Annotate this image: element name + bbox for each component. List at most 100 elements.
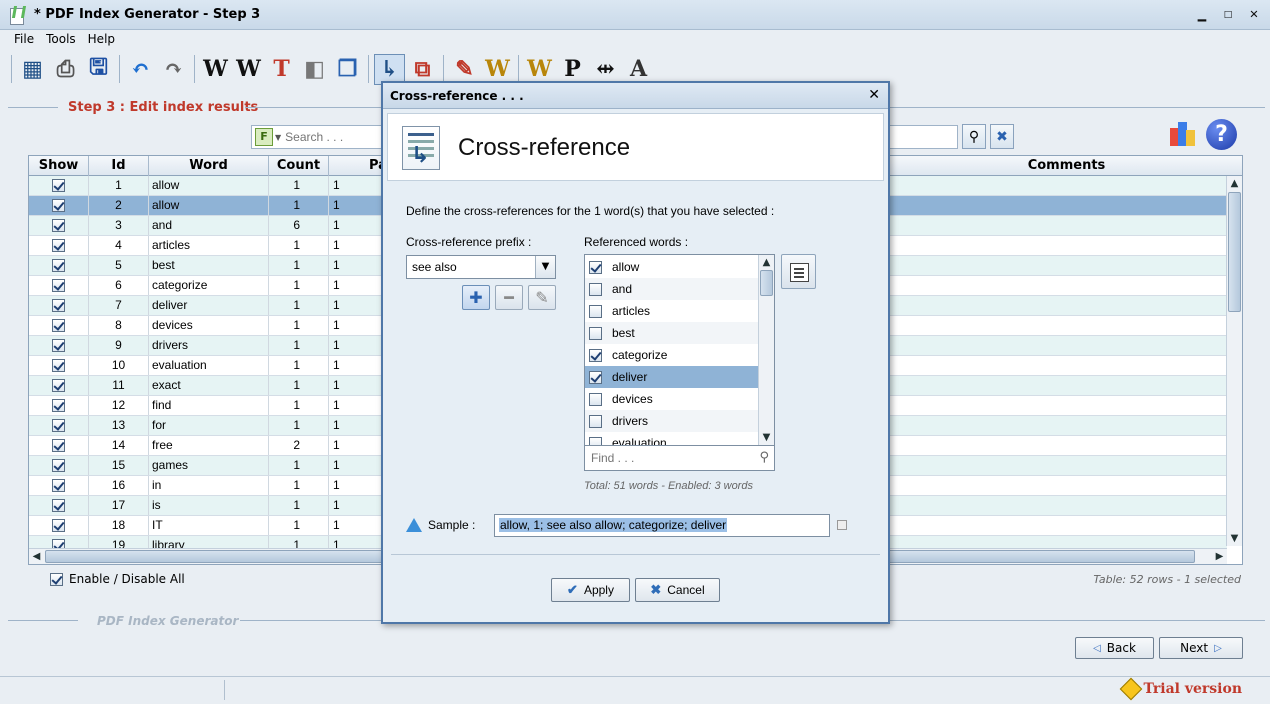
word-checkbox[interactable] xyxy=(589,436,602,445)
show-checkbox[interactable] xyxy=(52,459,65,473)
sample-field[interactable]: allow, 1; see also allow; categorize; de… xyxy=(494,514,830,537)
word-checkbox[interactable] xyxy=(589,326,602,340)
trial-badge[interactable]: Trial version xyxy=(1119,677,1242,701)
edit-word-icon[interactable]: W xyxy=(233,54,264,85)
app-logo-icon[interactable] xyxy=(1170,120,1196,148)
scroll-up-icon[interactable]: ▲ xyxy=(759,255,774,270)
show-checkbox[interactable] xyxy=(52,399,65,413)
separator-icon[interactable]: ⇹ xyxy=(590,54,621,85)
edit-prefix-button[interactable]: ✎ xyxy=(528,285,556,310)
refresh-word-icon[interactable]: W xyxy=(482,54,513,85)
show-checkbox[interactable] xyxy=(52,339,65,353)
apply-button[interactable]: ✔ Apply xyxy=(551,578,630,602)
scroll-up-icon[interactable]: ▲ xyxy=(1227,176,1242,191)
search-input-extension[interactable] xyxy=(888,125,958,149)
show-checkbox[interactable] xyxy=(52,299,65,313)
merge-icon[interactable]: ◧ xyxy=(299,54,330,85)
word-checkbox[interactable] xyxy=(589,392,602,406)
search-input[interactable] xyxy=(285,130,386,144)
word-checkbox[interactable] xyxy=(589,348,602,362)
search-button[interactable]: ⚲ xyxy=(962,124,986,149)
sync-word-icon[interactable]: W xyxy=(524,54,555,85)
scroll-left-icon[interactable]: ◀ xyxy=(29,549,44,564)
add-prefix-button[interactable]: ✚ xyxy=(462,285,490,310)
add-page-icon[interactable]: ⧉ xyxy=(407,54,438,85)
select-words-button[interactable] xyxy=(781,254,816,289)
add-word-icon[interactable]: W xyxy=(200,54,231,85)
column-id[interactable]: Id xyxy=(89,156,149,176)
show-checkbox[interactable] xyxy=(52,499,65,513)
show-checkbox[interactable] xyxy=(52,379,65,393)
table-icon[interactable]: ▦ xyxy=(17,54,48,85)
find-input[interactable] xyxy=(591,451,741,465)
font-icon[interactable]: A xyxy=(623,54,654,85)
show-checkbox[interactable] xyxy=(52,439,65,453)
table-vertical-scrollbar[interactable]: ▲ ▼ xyxy=(1226,176,1242,546)
list-item[interactable]: drivers xyxy=(585,410,759,432)
window-icon[interactable]: ❐ xyxy=(332,54,363,85)
prefix-select[interactable]: see also ▼ xyxy=(406,255,556,279)
back-button[interactable]: ◁ Back xyxy=(1075,637,1154,659)
show-checkbox[interactable] xyxy=(52,319,65,333)
edit-page-icon[interactable]: ✎ xyxy=(449,54,480,85)
list-item[interactable]: allow xyxy=(585,256,759,278)
filter-icon[interactable]: F xyxy=(255,128,273,146)
list-item[interactable]: articles xyxy=(585,300,759,322)
enable-all-checkbox[interactable] xyxy=(50,572,63,586)
show-checkbox[interactable] xyxy=(52,259,65,273)
close-button[interactable]: ✕ xyxy=(1246,6,1262,22)
show-checkbox[interactable] xyxy=(52,519,65,533)
next-button[interactable]: Next ▷ xyxy=(1159,637,1243,659)
printer-icon[interactable]: ⎙ xyxy=(50,54,81,85)
scroll-down-icon[interactable]: ▼ xyxy=(1227,531,1242,546)
scroll-right-icon[interactable]: ▶ xyxy=(1212,549,1227,564)
list-item[interactable]: deliver xyxy=(585,366,759,388)
show-checkbox[interactable] xyxy=(52,199,65,213)
menu-tools[interactable]: Tools xyxy=(40,30,82,48)
text-case-icon[interactable]: T xyxy=(266,54,297,85)
menu-help[interactable]: Help xyxy=(82,30,121,48)
word-checkbox[interactable] xyxy=(589,282,602,296)
redo-icon[interactable]: ↷ xyxy=(158,54,189,85)
remove-prefix-button[interactable]: ━ xyxy=(495,285,523,310)
scroll-down-icon[interactable]: ▼ xyxy=(759,430,774,445)
word-list-scrollbar[interactable]: ▲ ▼ xyxy=(758,255,774,445)
cross-reference-icon[interactable]: ↳ xyxy=(374,53,405,85)
dialog-description: Define the cross-references for the 1 wo… xyxy=(406,204,775,218)
save-icon[interactable]: 🖫 xyxy=(83,54,114,85)
dialog-close-icon[interactable]: ✕ xyxy=(868,87,880,103)
page-number-icon[interactable]: P xyxy=(557,54,588,85)
restore-button[interactable]: ☐ xyxy=(1220,6,1236,22)
clear-search-button[interactable]: ✖ xyxy=(990,124,1014,149)
vertical-scroll-thumb[interactable] xyxy=(1228,192,1241,312)
column-show[interactable]: Show xyxy=(29,156,89,176)
word-checkbox[interactable] xyxy=(589,414,602,428)
show-checkbox[interactable] xyxy=(52,419,65,433)
menu-file[interactable]: File xyxy=(8,30,40,48)
undo-icon[interactable]: ↶ xyxy=(125,54,156,85)
filter-dropdown-icon[interactable]: ▼ xyxy=(275,133,281,142)
show-checkbox[interactable] xyxy=(52,279,65,293)
column-word[interactable]: Word xyxy=(149,156,269,176)
chevron-down-icon[interactable]: ▼ xyxy=(535,256,555,278)
cancel-button[interactable]: ✖ Cancel xyxy=(635,578,720,602)
search-icon[interactable]: ⚲ xyxy=(759,450,769,465)
list-item[interactable]: devices xyxy=(585,388,759,410)
word-checkbox[interactable] xyxy=(589,370,602,384)
show-checkbox[interactable] xyxy=(52,239,65,253)
show-checkbox[interactable] xyxy=(52,359,65,373)
word-checkbox[interactable] xyxy=(589,260,602,274)
show-checkbox[interactable] xyxy=(52,179,65,193)
list-item[interactable]: best xyxy=(585,322,759,344)
show-checkbox[interactable] xyxy=(52,479,65,493)
column-count[interactable]: Count xyxy=(269,156,329,176)
list-item[interactable]: and xyxy=(585,278,759,300)
show-checkbox[interactable] xyxy=(52,219,65,233)
list-item[interactable]: categorize xyxy=(585,344,759,366)
word-list-scroll-thumb[interactable] xyxy=(760,270,773,296)
minimize-button[interactable]: ▁ xyxy=(1194,6,1210,22)
list-item[interactable]: evaluation xyxy=(585,432,759,445)
column-comments[interactable]: Comments xyxy=(889,156,1242,176)
word-checkbox[interactable] xyxy=(589,304,602,318)
help-icon[interactable]: ? xyxy=(1206,119,1237,150)
